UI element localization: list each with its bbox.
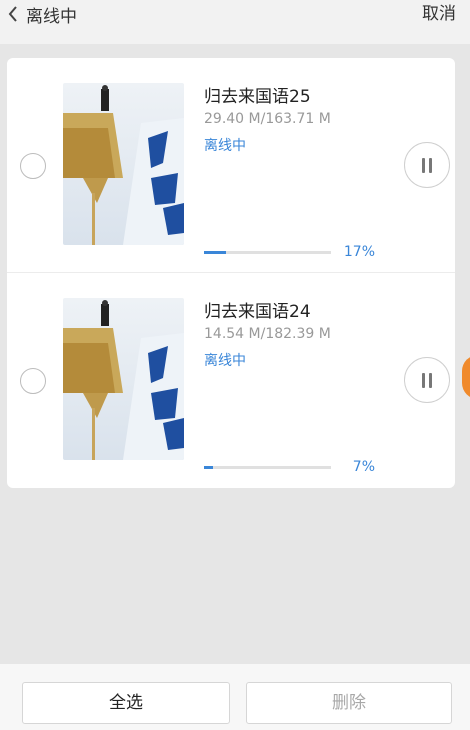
select-radio[interactable] xyxy=(20,368,46,394)
select-radio[interactable] xyxy=(20,153,46,179)
pause-icon xyxy=(422,158,425,173)
cover-image xyxy=(63,83,184,245)
video-title: 归去来国语25 xyxy=(204,87,311,107)
progress-bar xyxy=(204,251,331,254)
floating-tab[interactable] xyxy=(462,355,470,399)
progress-percent: 17% xyxy=(343,244,375,260)
pause-icon xyxy=(422,373,425,388)
video-title: 归去来国语24 xyxy=(204,302,311,322)
delete-button[interactable]: 删除 xyxy=(246,682,452,724)
progress-fill xyxy=(204,251,226,254)
progress-percent: 7% xyxy=(352,459,375,475)
page-title: 离线中 xyxy=(26,6,77,27)
back-button[interactable]: 离线中 xyxy=(8,0,77,28)
download-item[interactable]: 归去来国语24 14.54 M/182.39 M 离线中 7% xyxy=(7,273,455,488)
download-size: 14.54 M/182.39 M xyxy=(204,326,331,342)
chevron-left-icon xyxy=(8,6,17,22)
download-status: 离线中 xyxy=(204,138,246,154)
download-list: 归去来国语25 29.40 M/163.71 M 离线中 17% 归去来国语24… xyxy=(7,58,455,488)
download-size: 29.40 M/163.71 M xyxy=(204,111,331,127)
progress-fill xyxy=(204,466,213,469)
pause-button[interactable] xyxy=(404,142,450,188)
progress-bar xyxy=(204,466,331,469)
select-all-button[interactable]: 全选 xyxy=(22,682,230,724)
cover-image xyxy=(63,298,184,460)
download-status: 离线中 xyxy=(204,353,246,369)
cancel-button[interactable]: 取消 xyxy=(422,0,456,28)
top-bar: 离线中 取消 xyxy=(0,0,470,44)
pause-button[interactable] xyxy=(404,357,450,403)
bottom-bar: 全选 删除 xyxy=(0,664,470,730)
download-item[interactable]: 归去来国语25 29.40 M/163.71 M 离线中 17% xyxy=(7,58,455,273)
